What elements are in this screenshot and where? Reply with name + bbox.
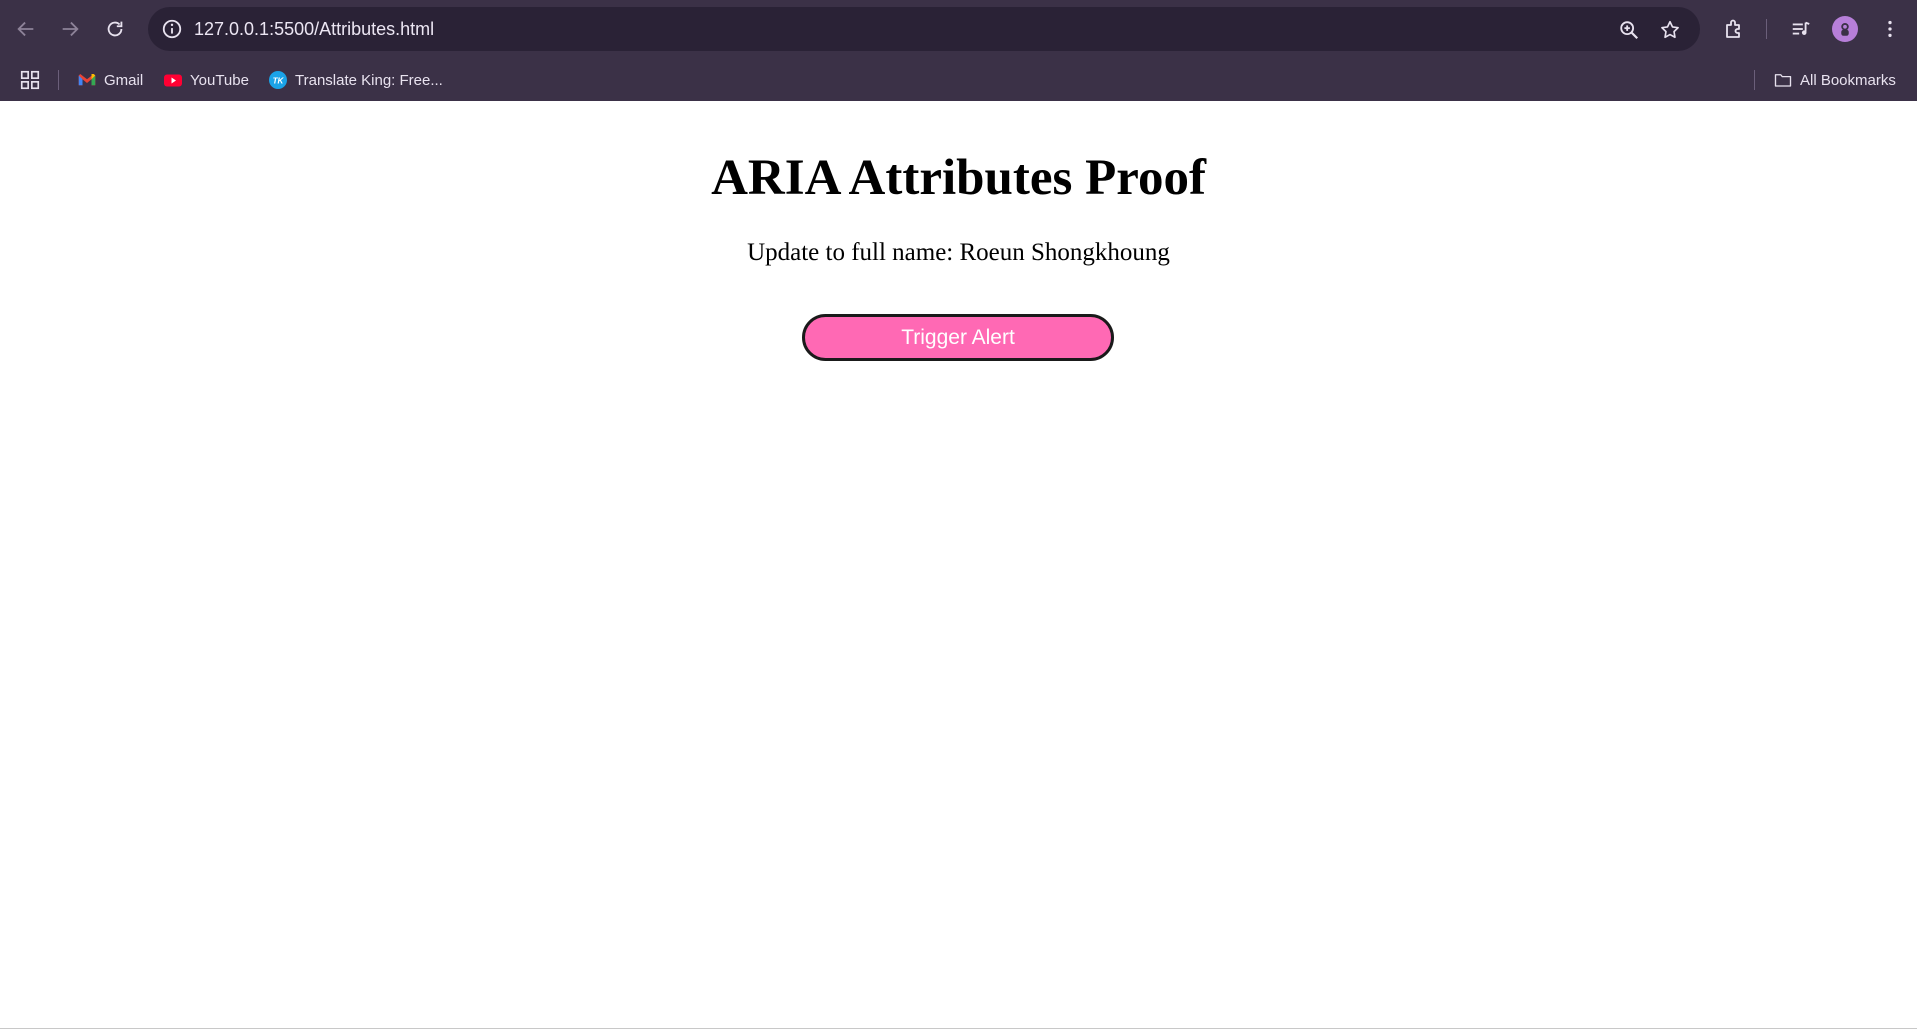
site-info-icon[interactable]: [160, 17, 184, 41]
menu-kebab-icon[interactable]: [1875, 14, 1905, 44]
bookmark-label: Translate King: Free...: [295, 71, 443, 89]
apps-grid-button[interactable]: [19, 68, 41, 92]
browser-chrome: 127.0.0.1:5500/Attributes.html Gmail You…: [0, 0, 1917, 101]
bookmark-translate-king[interactable]: TK Translate King: Free...: [269, 68, 443, 92]
page-title: ARIA Attributes Proof: [711, 150, 1206, 206]
toolbar-divider: [1766, 19, 1767, 39]
arrow-right-icon: [62, 21, 79, 37]
profile-icon: [1841, 23, 1849, 36]
folder-icon: [1774, 71, 1792, 89]
browser-toolbar: 127.0.0.1:5500/Attributes.html: [0, 0, 1917, 58]
bookmark-label: Gmail: [104, 71, 144, 89]
zoom-icon[interactable]: [1616, 17, 1642, 43]
reload-button[interactable]: [98, 12, 132, 46]
bookmarks-bar: Gmail YouTube TK Translate King: Free...…: [0, 58, 1917, 101]
bookmarks-divider-right: [1754, 70, 1755, 90]
bookmark-gmail[interactable]: Gmail: [78, 68, 143, 92]
bookmark-star-icon[interactable]: [1657, 17, 1683, 43]
apps-grid-icon: [20, 70, 40, 90]
youtube-icon: [164, 71, 182, 89]
reload-icon: [107, 21, 123, 37]
page-content: ARIA Attributes Proof Update to full nam…: [0, 101, 1917, 1029]
bookmark-label: YouTube: [190, 71, 249, 89]
address-bar[interactable]: 127.0.0.1:5500/Attributes.html: [148, 7, 1700, 51]
profile-avatar[interactable]: [1832, 16, 1858, 42]
svg-text:TK: TK: [273, 77, 285, 86]
bookmark-youtube[interactable]: YouTube: [164, 68, 249, 92]
all-bookmarks-label: All Bookmarks: [1800, 71, 1896, 89]
gmail-icon: [78, 71, 96, 89]
media-control-icon[interactable]: [1786, 14, 1816, 44]
arrow-left-icon: [17, 21, 34, 37]
bookmarks-divider: [58, 70, 59, 90]
full-name-text: Update to full name: Roeun Shongkhoung: [747, 239, 1170, 266]
all-bookmarks-button[interactable]: All Bookmarks: [1774, 68, 1896, 92]
back-button[interactable]: [9, 12, 43, 46]
trigger-alert-button[interactable]: Trigger Alert: [802, 314, 1114, 361]
extensions-icon[interactable]: [1719, 14, 1749, 44]
url-text[interactable]: 127.0.0.1:5500/Attributes.html: [194, 18, 434, 40]
translate-king-icon: TK: [269, 71, 287, 89]
forward-button[interactable]: [53, 12, 87, 46]
